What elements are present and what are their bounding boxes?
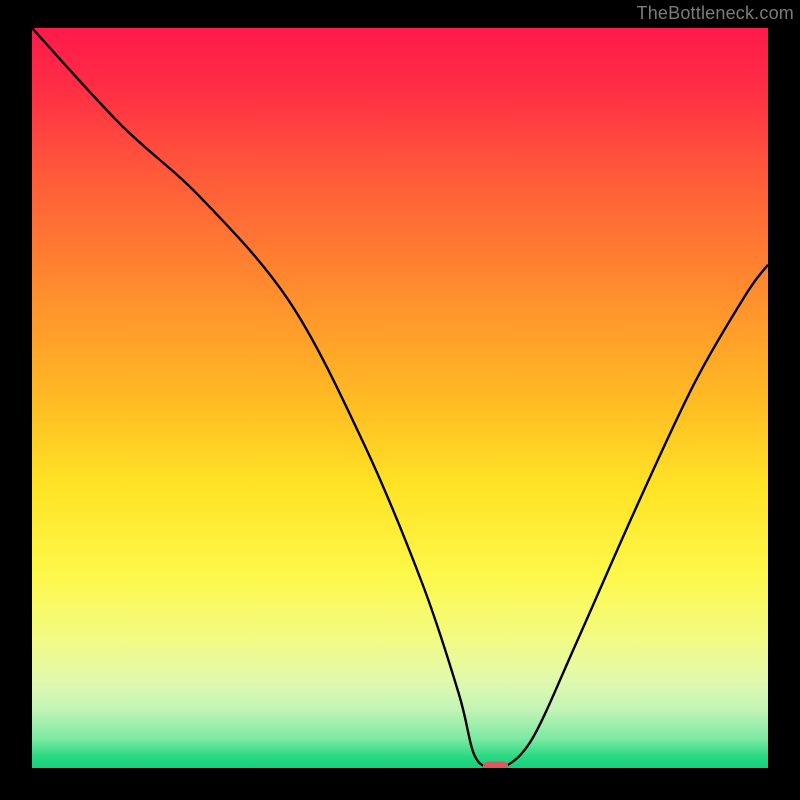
- chart-frame: TheBottleneck.com: [0, 0, 800, 800]
- optimal-marker: [483, 762, 509, 769]
- bottleneck-chart: [32, 28, 768, 768]
- plot-area: [32, 28, 768, 768]
- gradient-background: [32, 28, 768, 768]
- watermark-text: TheBottleneck.com: [637, 3, 794, 24]
